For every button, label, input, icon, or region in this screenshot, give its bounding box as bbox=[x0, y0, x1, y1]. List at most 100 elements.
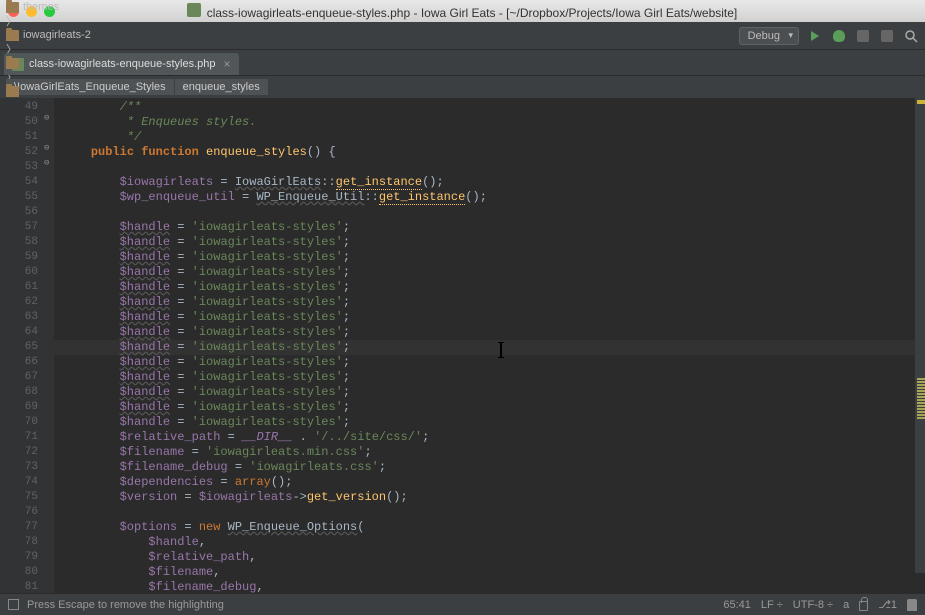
hector-icon[interactable] bbox=[907, 599, 917, 611]
line-number: 70 bbox=[0, 415, 38, 430]
code-area[interactable]: /** * Enqueues styles. */ public functio… bbox=[54, 98, 925, 593]
tab-active[interactable]: class-iowagirleats-enqueue-styles.php × bbox=[4, 53, 239, 75]
run-button[interactable] bbox=[807, 28, 823, 44]
stop-icon bbox=[881, 30, 893, 42]
scroll-warning-mark bbox=[917, 387, 925, 389]
fold-toggle-icon[interactable]: ⊖ bbox=[44, 143, 49, 153]
code-line: /** bbox=[62, 100, 925, 115]
code-line: $iowagirleats = IowaGirlEats::get_instan… bbox=[62, 175, 925, 190]
fold-toggle-icon[interactable]: ⊖ bbox=[44, 113, 49, 123]
cursor-position[interactable]: 65:41 bbox=[723, 599, 751, 611]
scroll-warning-mark bbox=[917, 417, 925, 419]
line-number: 64 bbox=[0, 325, 38, 340]
status-bar: Press Escape to remove the highlighting … bbox=[0, 593, 925, 615]
line-number: 50 bbox=[0, 115, 38, 130]
line-number: 53 bbox=[0, 160, 38, 175]
code-line: $relative_path = __DIR__ . '/../site/css… bbox=[62, 430, 925, 445]
line-number: 76 bbox=[0, 505, 38, 520]
code-line: $filename, bbox=[62, 565, 925, 580]
line-number: 77 bbox=[0, 520, 38, 535]
breadcrumb-class[interactable]: \IowaGirlEats_Enqueue_Styles bbox=[6, 79, 174, 95]
line-number: 65 bbox=[0, 340, 38, 355]
git-branch[interactable]: ⎇1 bbox=[878, 598, 897, 611]
code-line: $handle = 'iowagirleats-styles'; bbox=[62, 310, 925, 325]
scroll-warning-mark bbox=[917, 393, 925, 395]
file-php-icon bbox=[187, 3, 201, 17]
breadcrumb-label: themes bbox=[23, 1, 59, 13]
lock-icon[interactable] bbox=[859, 601, 868, 611]
code-line: $handle = 'iowagirleats-styles'; bbox=[62, 355, 925, 370]
scroll-warning-icon bbox=[917, 100, 925, 104]
coverage-icon bbox=[857, 30, 869, 42]
code-line: $handle = 'iowagirleats-styles'; bbox=[62, 400, 925, 415]
line-number: 79 bbox=[0, 550, 38, 565]
code-line: $handle = 'iowagirleats-styles'; bbox=[62, 385, 925, 400]
code-line: * Enqueues styles. bbox=[62, 115, 925, 130]
code-line: $handle = 'iowagirleats-styles'; bbox=[62, 265, 925, 280]
scroll-warning-mark bbox=[917, 414, 925, 416]
line-number: 54 bbox=[0, 175, 38, 190]
fold-toggle-icon[interactable]: ⊖ bbox=[44, 158, 49, 168]
code-line: $filename = 'iowagirleats.min.css'; bbox=[62, 445, 925, 460]
line-number: 51 bbox=[0, 130, 38, 145]
code-line: $options = new WP_Enqueue_Options( bbox=[62, 520, 925, 535]
file-encoding[interactable]: UTF-8 ÷ bbox=[793, 599, 833, 611]
run-config-selector[interactable]: Debug bbox=[739, 27, 799, 45]
code-line: public function enqueue_styles() { bbox=[62, 145, 925, 160]
folder-icon bbox=[6, 2, 19, 13]
search-icon bbox=[904, 29, 918, 43]
scroll-warning-mark bbox=[917, 381, 925, 383]
code-line: $dependencies = array(); bbox=[62, 475, 925, 490]
line-number: 78 bbox=[0, 535, 38, 550]
code-editor[interactable]: 4950515253545556575859606162636465666768… bbox=[0, 98, 925, 593]
code-line: $handle, bbox=[62, 535, 925, 550]
line-number: 68 bbox=[0, 385, 38, 400]
code-line: $handle = 'iowagirleats-styles'; bbox=[62, 235, 925, 250]
folder-icon bbox=[6, 58, 19, 69]
scroll-map[interactable]: /*marks added below*/ bbox=[915, 98, 925, 573]
breadcrumb-item[interactable]: iowagirleats-2 bbox=[6, 29, 208, 41]
code-line: $handle = 'iowagirleats-styles'; bbox=[62, 280, 925, 295]
window-title: class-iowagirleats-enqueue-styles.php - … bbox=[207, 6, 738, 20]
folder-icon bbox=[6, 30, 19, 41]
coverage-button[interactable] bbox=[855, 28, 871, 44]
indent-config-icon[interactable]: a bbox=[843, 599, 849, 611]
code-line: $handle = 'iowagirleats-styles'; bbox=[62, 220, 925, 235]
code-line: $filename_debug = 'iowagirleats.css'; bbox=[62, 460, 925, 475]
line-number: 55 bbox=[0, 190, 38, 205]
tab-label: class-iowagirleats-enqueue-styles.php bbox=[29, 58, 215, 70]
code-line: $version = $iowagirleats->get_version(); bbox=[62, 490, 925, 505]
line-number: 57 bbox=[0, 220, 38, 235]
line-ending[interactable]: LF ÷ bbox=[761, 599, 783, 611]
line-number: 66 bbox=[0, 355, 38, 370]
line-gutter: 4950515253545556575859606162636465666768… bbox=[0, 98, 42, 593]
line-number: 75 bbox=[0, 490, 38, 505]
scroll-warning-mark bbox=[917, 399, 925, 401]
code-line: $handle = 'iowagirleats-styles'; bbox=[62, 415, 925, 430]
code-line: $handle = 'iowagirleats-styles'; bbox=[62, 250, 925, 265]
line-number: 58 bbox=[0, 235, 38, 250]
play-icon bbox=[811, 31, 819, 41]
line-number: 71 bbox=[0, 430, 38, 445]
close-tab-icon[interactable]: × bbox=[223, 57, 230, 71]
code-line bbox=[62, 205, 925, 220]
bug-icon bbox=[833, 30, 845, 42]
line-number: 69 bbox=[0, 400, 38, 415]
debug-button[interactable] bbox=[831, 28, 847, 44]
breadcrumb-method[interactable]: enqueue_styles bbox=[175, 79, 268, 95]
scroll-warning-mark bbox=[917, 411, 925, 413]
line-number: 67 bbox=[0, 370, 38, 385]
breadcrumb-item[interactable]: themes bbox=[6, 1, 208, 13]
code-line: $relative_path, bbox=[62, 550, 925, 565]
line-number: 59 bbox=[0, 250, 38, 265]
line-number: 80 bbox=[0, 565, 38, 580]
search-button[interactable] bbox=[903, 28, 919, 44]
editor-tabs: class-iowagirleats-enqueue-styles.php × bbox=[0, 50, 925, 76]
code-line: $handle = 'iowagirleats-styles'; bbox=[62, 370, 925, 385]
code-breadcrumb: \IowaGirlEats_Enqueue_Styles enqueue_sty… bbox=[0, 76, 925, 98]
line-number: 61 bbox=[0, 280, 38, 295]
scroll-warning-mark bbox=[917, 378, 925, 380]
line-number: 49 bbox=[0, 100, 38, 115]
navigation-bar: website〉wp-content〉themes〉iowagirleats-2… bbox=[0, 22, 925, 50]
scroll-warning-mark bbox=[917, 402, 925, 404]
